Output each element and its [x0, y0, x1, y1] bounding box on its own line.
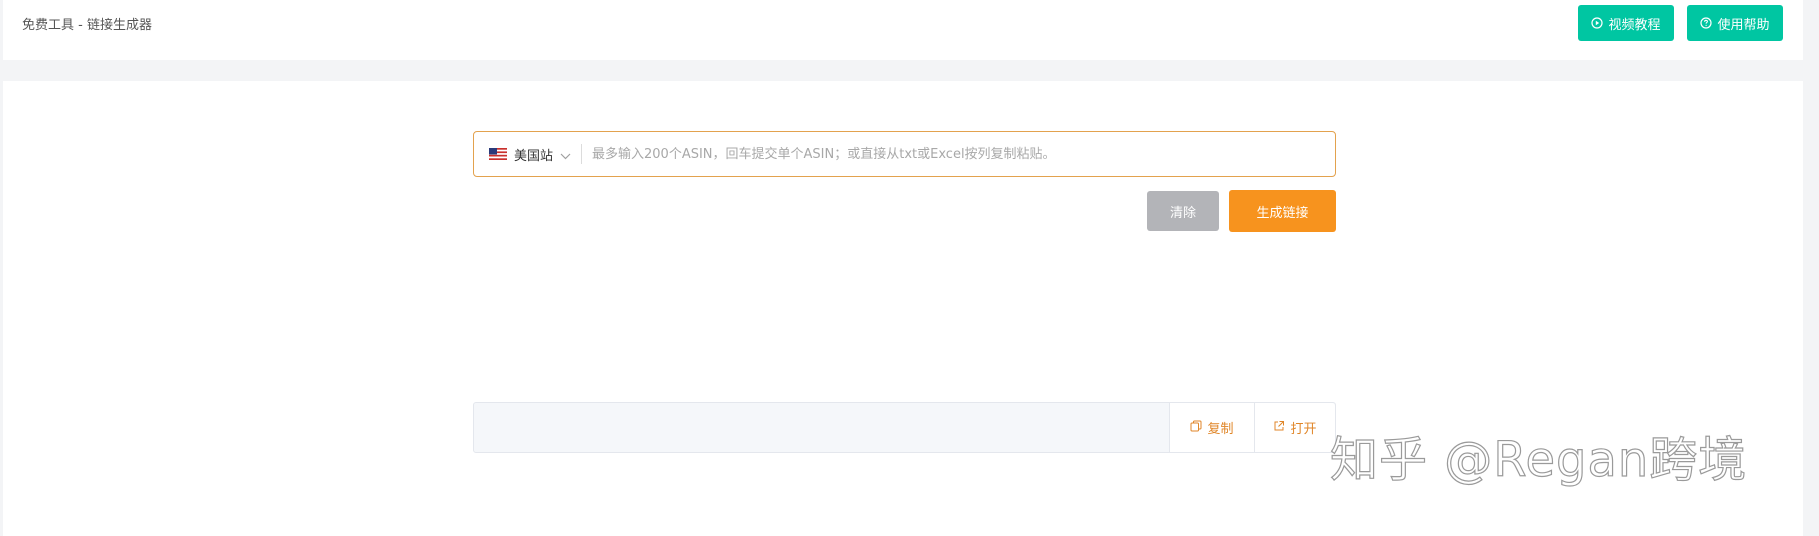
open-button[interactable]: 打开 [1254, 403, 1335, 452]
question-circle-icon [1700, 17, 1713, 29]
scroll-gutter [1803, 0, 1819, 536]
asin-input[interactable] [582, 132, 1335, 176]
us-flag-icon [489, 145, 507, 164]
generated-link-field[interactable] [474, 403, 1169, 452]
region-label: 美国站 [514, 148, 554, 164]
generate-link-button[interactable]: 生成链接 [1229, 190, 1336, 232]
page-title: 免费工具 - 链接生成器 [22, 18, 152, 33]
chevron-down-icon [560, 145, 571, 164]
result-bar: 复制 打开 [473, 402, 1336, 453]
play-circle-icon [1591, 17, 1604, 29]
video-tutorial-label: 视频教程 [1608, 17, 1661, 33]
watermark-text: 知乎 @Regan跨境 [1329, 431, 1748, 488]
top-header: 免费工具 - 链接生成器 视频教程 使用帮助 [3, 0, 1803, 60]
external-link-icon [1273, 420, 1285, 436]
help-label: 使用帮助 [1717, 17, 1770, 33]
clear-button[interactable]: 清除 [1147, 191, 1219, 231]
asin-input-bar: 美国站 [473, 131, 1336, 177]
help-button[interactable]: 使用帮助 [1687, 5, 1783, 41]
copy-button[interactable]: 复制 [1169, 403, 1254, 452]
open-label: 打开 [1290, 422, 1317, 437]
copy-label: 复制 [1207, 422, 1234, 437]
copy-icon [1190, 420, 1202, 436]
video-tutorial-button[interactable]: 视频教程 [1578, 5, 1674, 41]
region-select[interactable]: 美国站 [474, 132, 581, 176]
